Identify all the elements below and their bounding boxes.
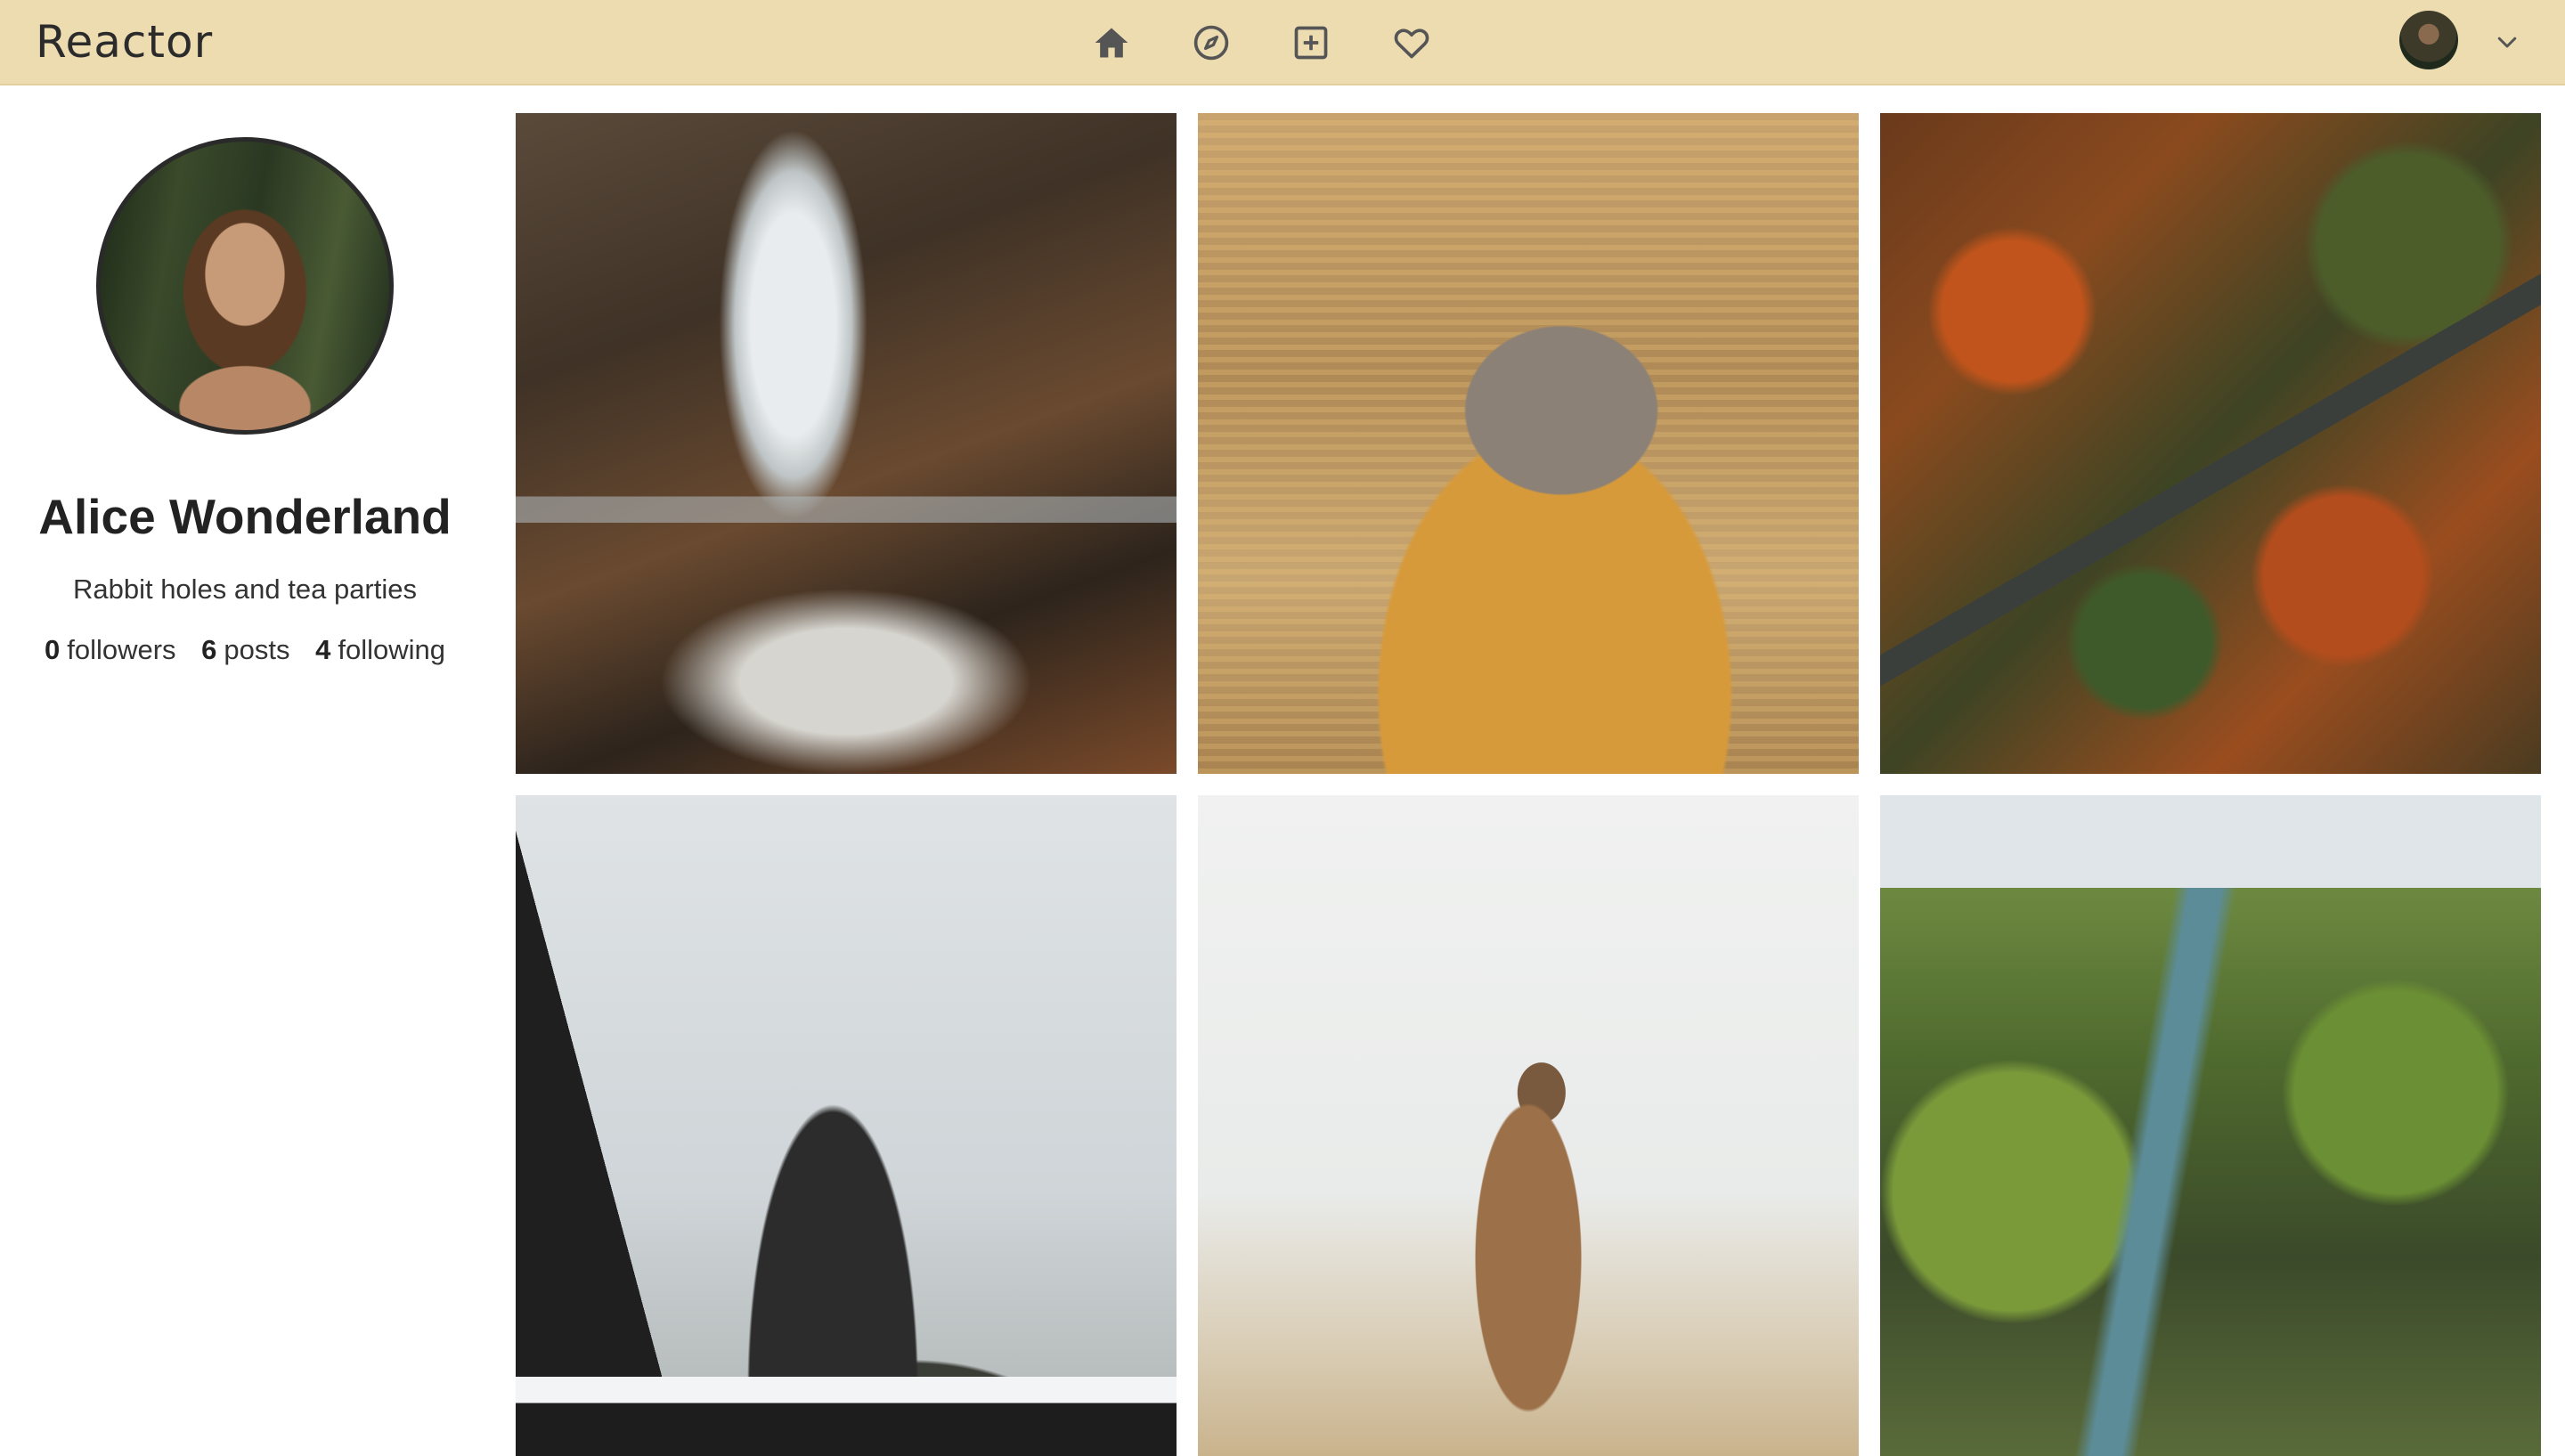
nav-likes-button[interactable]: [1387, 18, 1437, 68]
following-stat[interactable]: 4 following: [315, 634, 445, 666]
photo-tile-cornfield-person[interactable]: [1198, 113, 1859, 774]
plus-square-icon: [1294, 26, 1328, 60]
top-navbar: Reactor: [0, 0, 2565, 85]
user-menu-toggle[interactable]: [2485, 20, 2529, 64]
following-label: following: [338, 634, 446, 665]
photo-tile-green-canyon[interactable]: [1880, 795, 2541, 1456]
photo-tile-person-in-grass[interactable]: [1198, 795, 1859, 1456]
app-logo[interactable]: Reactor: [36, 11, 213, 73]
photo-tile-sea-cliffs[interactable]: [516, 795, 1177, 1456]
heart-icon: [1394, 28, 1429, 59]
user-avatar[interactable]: [2399, 11, 2458, 69]
profile-panel: Alice Wonderland Rabbit holes and tea pa…: [0, 85, 490, 727]
followers-count: 0: [44, 634, 61, 665]
profile-stats: 0 followers 6 posts 4 following: [0, 634, 490, 666]
main-nav: [1087, 18, 1443, 68]
chevron-down-icon: [2497, 37, 2517, 48]
followers-label: followers: [67, 634, 176, 665]
posts-label: posts: [224, 634, 290, 665]
compass-icon: [1193, 25, 1229, 61]
profile-bio: Rabbit holes and tea parties: [72, 573, 418, 605]
photo-grid: [516, 113, 2541, 1456]
profile-name: Alice Wonderland: [38, 489, 452, 544]
following-count: 4: [315, 634, 331, 665]
nav-new-post-button[interactable]: [1286, 18, 1336, 68]
posts-stat[interactable]: 6 posts: [201, 634, 289, 666]
home-icon: [1095, 28, 1128, 58]
profile-avatar: [96, 137, 394, 435]
photo-tile-waterfall[interactable]: [516, 113, 1177, 774]
photo-tile-autumn-forest-road[interactable]: [1880, 113, 2541, 774]
followers-stat[interactable]: 0 followers: [45, 634, 176, 666]
nav-explore-button[interactable]: [1186, 18, 1236, 68]
posts-count: 6: [201, 634, 217, 665]
nav-home-button[interactable]: [1087, 18, 1136, 68]
